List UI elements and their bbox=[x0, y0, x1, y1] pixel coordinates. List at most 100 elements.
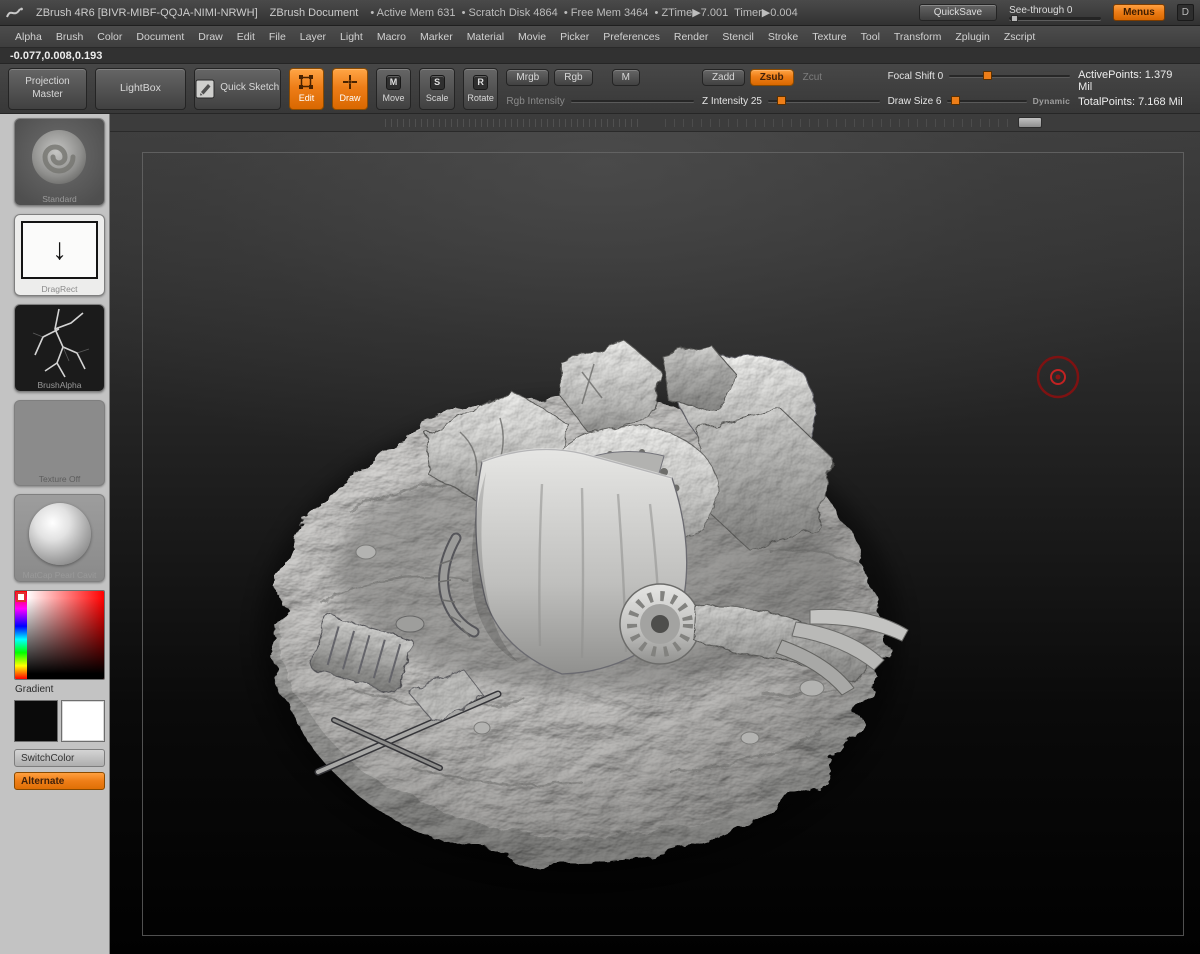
hue-strip[interactable] bbox=[15, 591, 27, 679]
scale-icon: S bbox=[429, 74, 445, 90]
sculpture-svg bbox=[258, 339, 1080, 875]
rgb-button[interactable]: Rgb bbox=[554, 68, 593, 86]
sv-square[interactable] bbox=[27, 591, 104, 679]
stroke-label: DragRect bbox=[41, 284, 78, 294]
switch-color-button[interactable]: SwitchColor bbox=[14, 749, 105, 767]
projection-master-button[interactable]: Projection Master bbox=[8, 67, 87, 110]
edit-mode-button[interactable]: Edit bbox=[288, 67, 325, 110]
focal-shift-slider[interactable]: Focal Shift 0 bbox=[888, 69, 1071, 84]
app-title: ZBrush 4R6 [BIVR-MIBF-QQJA-NIMI-NRWH] bbox=[36, 6, 258, 19]
menu-document[interactable]: Document bbox=[129, 31, 191, 43]
focal-shift-label: Focal Shift 0 bbox=[887, 70, 944, 82]
material-thumbnail[interactable]: MatCap Pearl Cavit bbox=[14, 494, 105, 582]
edit-icon bbox=[299, 75, 314, 89]
menu-picker[interactable]: Picker bbox=[553, 31, 596, 43]
menu-texture[interactable]: Texture bbox=[805, 31, 853, 43]
menu-bar: Alpha Brush Color Document Draw Edit Fil… bbox=[0, 26, 1200, 48]
points-readout: ActivePoints: 1.379 Mil TotalPoints: 7.1… bbox=[1078, 68, 1192, 110]
menu-marker[interactable]: Marker bbox=[413, 31, 460, 43]
rgb-intensity-slider[interactable]: Rgb Intensity bbox=[506, 94, 694, 109]
menu-edit[interactable]: Edit bbox=[230, 31, 262, 43]
menu-light[interactable]: Light bbox=[333, 31, 370, 43]
see-through-handle[interactable] bbox=[1011, 15, 1019, 22]
menu-file[interactable]: File bbox=[262, 31, 293, 43]
menu-brush[interactable]: Brush bbox=[49, 31, 90, 43]
menu-transform[interactable]: Transform bbox=[887, 31, 948, 43]
top-toolbar: Projection Master LightBox Quick Sketch … bbox=[0, 64, 1200, 114]
menu-stencil[interactable]: Stencil bbox=[715, 31, 761, 43]
menu-stroke[interactable]: Stroke bbox=[761, 31, 805, 43]
menu-movie[interactable]: Movie bbox=[511, 31, 553, 43]
current-color-swatch bbox=[16, 592, 26, 602]
drag-arrow-icon: ↓ bbox=[52, 233, 67, 266]
color-swatches bbox=[14, 700, 105, 742]
see-through-slider[interactable]: See-through 0 bbox=[1009, 5, 1102, 22]
gradient-label: Gradient bbox=[15, 684, 54, 695]
strip-scroll-handle[interactable] bbox=[1018, 117, 1042, 128]
alpha-thumbnail[interactable]: BrushAlpha bbox=[14, 304, 105, 392]
quicksave-button[interactable]: QuickSave bbox=[918, 4, 998, 21]
coordinates-row: -0.077,0.008,0.193 bbox=[0, 48, 1200, 64]
zsub-button[interactable]: Zsub bbox=[749, 68, 794, 86]
texture-thumbnail[interactable]: Texture Off bbox=[14, 400, 105, 486]
stroke-thumbnail[interactable]: ↓ DragRect bbox=[14, 214, 105, 296]
lightbox-button[interactable]: LightBox bbox=[94, 67, 186, 110]
focal-shift-handle[interactable] bbox=[983, 71, 993, 80]
menus-button[interactable]: Menus bbox=[1113, 4, 1165, 21]
menu-material[interactable]: Material bbox=[460, 31, 511, 43]
brush-thumbnail[interactable]: Standard bbox=[14, 118, 105, 206]
menu-render[interactable]: Render bbox=[667, 31, 715, 43]
quick-sketch-button[interactable]: Quick Sketch bbox=[193, 67, 281, 110]
draw-mode-button[interactable]: Draw bbox=[332, 67, 368, 110]
draw-size-slider[interactable]: Draw Size 6 Dynamic bbox=[888, 94, 1071, 109]
stroke-inner-frame: ↓ bbox=[21, 221, 98, 279]
rotate-mode-button[interactable]: R Rotate bbox=[462, 67, 499, 110]
menu-layer[interactable]: Layer bbox=[293, 31, 333, 43]
title-bar: ZBrush 4R6 [BIVR-MIBF-QQJA-NIMI-NRWH] ZB… bbox=[0, 0, 1200, 26]
focal-group: Focal Shift 0 Draw Size 6 Dynamic bbox=[888, 68, 1071, 110]
menu-alpha[interactable]: Alpha bbox=[8, 31, 49, 43]
secondary-color-swatch[interactable] bbox=[61, 700, 105, 742]
zadd-button[interactable]: Zadd bbox=[701, 68, 745, 86]
document-canvas[interactable] bbox=[110, 132, 1200, 954]
move-mode-button[interactable]: M Move bbox=[375, 67, 412, 110]
edit-label: Edit bbox=[298, 93, 315, 103]
document-title: ZBrush Document bbox=[269, 6, 359, 19]
zcut-button[interactable]: Zcut bbox=[799, 72, 826, 83]
dynamic-label: Dynamic bbox=[1032, 96, 1071, 106]
rotate-icon: R bbox=[473, 74, 489, 90]
sculpt-group: Zadd Zsub Zcut Z Intensity 25 bbox=[701, 68, 880, 110]
mrgb-button[interactable]: Mrgb bbox=[506, 68, 550, 86]
menu-zplugin[interactable]: Zplugin bbox=[948, 31, 996, 43]
see-through-track bbox=[1009, 15, 1102, 22]
active-points: ActivePoints: 1.379 Mil bbox=[1078, 69, 1173, 93]
quick-sketch-icon bbox=[195, 79, 215, 98]
menu-preferences[interactable]: Preferences bbox=[596, 31, 667, 43]
quick-sketch-label: Quick Sketch bbox=[220, 82, 280, 94]
draw-icon bbox=[343, 75, 357, 89]
menu-zscript[interactable]: Zscript bbox=[997, 31, 1043, 43]
zbrush-logo-icon bbox=[6, 7, 23, 17]
draw-label: Draw bbox=[339, 93, 361, 103]
alternate-button[interactable]: Alternate bbox=[14, 772, 105, 790]
main-color-swatch[interactable] bbox=[14, 700, 58, 742]
draw-size-track bbox=[947, 96, 1027, 105]
overflow-button[interactable]: D bbox=[1176, 4, 1194, 21]
color-picker[interactable] bbox=[14, 590, 105, 680]
scale-mode-button[interactable]: S Scale bbox=[419, 67, 455, 110]
rgb-intensity-label: Rgb Intensity bbox=[506, 95, 565, 107]
z-intensity-slider[interactable]: Z Intensity 25 bbox=[702, 94, 880, 109]
menu-macro[interactable]: Macro bbox=[370, 31, 413, 43]
menu-color[interactable]: Color bbox=[90, 31, 129, 43]
m-button[interactable]: M bbox=[611, 68, 640, 86]
draw-size-handle[interactable] bbox=[950, 96, 960, 105]
z-intensity-track bbox=[767, 96, 880, 105]
menu-tool[interactable]: Tool bbox=[854, 31, 887, 43]
menu-draw[interactable]: Draw bbox=[191, 31, 230, 43]
rgb-intensity-track bbox=[570, 100, 694, 102]
alpha-crack-icon bbox=[32, 308, 90, 378]
brush-cursor-icon bbox=[1036, 355, 1080, 399]
paint-group: Mrgb Rgb M Rgb Intensity bbox=[506, 68, 694, 110]
z-intensity-handle[interactable] bbox=[776, 96, 786, 105]
total-points: TotalPoints: 7.168 Mil bbox=[1078, 96, 1183, 108]
